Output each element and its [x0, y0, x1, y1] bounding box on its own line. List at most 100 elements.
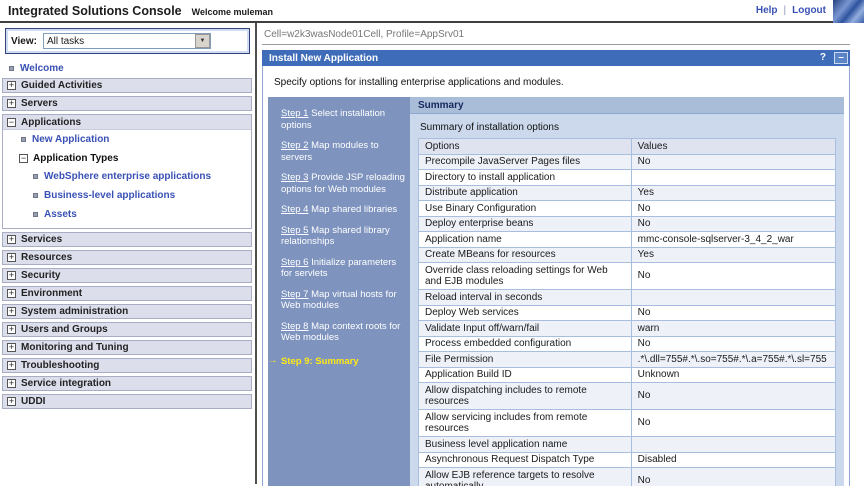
chevron-down-icon[interactable]: ▼ [195, 34, 210, 48]
table-row: Process embedded configurationNo [419, 336, 836, 352]
install-new-application-panel: Install New Application ? – Specify opti… [262, 50, 850, 486]
sidebar-item-assets[interactable]: Assets [3, 205, 251, 224]
view-select[interactable]: All tasks ▼ [43, 33, 211, 49]
option-cell: Directory to install application [419, 170, 632, 186]
sidebar-section-label: Users and Groups [21, 324, 108, 335]
assets-link[interactable]: Assets [44, 209, 77, 220]
step-description: Map shared libraries [308, 204, 397, 215]
websphere-enterprise-applications-link[interactable]: WebSphere enterprise applications [44, 171, 211, 182]
sidebar-section-users-and-groups[interactable]: + Users and Groups [2, 322, 252, 337]
table-row: Reload interval in seconds [419, 290, 836, 306]
sidebar-section-servers[interactable]: +Servers [2, 96, 252, 111]
expand-icon[interactable]: + [7, 235, 16, 244]
breadcrumb-divider [262, 44, 850, 45]
help-icon[interactable]: ? [820, 52, 826, 63]
wizard-container: Step 1 Select installation optionsStep 2… [268, 97, 844, 486]
expand-icon[interactable]: + [7, 397, 16, 406]
sidebar-section-label: Environment [21, 288, 82, 299]
wizard-step-step-6: Step 6 Initialize parameters for servlet… [268, 257, 406, 280]
sidebar-item-websphere-enterprise-applications[interactable]: WebSphere enterprise applications [3, 167, 251, 186]
sidebar-section-service-integration[interactable]: +Service integration [2, 376, 252, 391]
arrow-right-icon: → [268, 355, 278, 366]
option-cell: File Permission [419, 352, 632, 368]
sidebar-section-guided-activities[interactable]: +Guided Activities [2, 78, 252, 93]
wizard-step-step-4: Step 4 Map shared libraries [268, 204, 406, 216]
top-banner: Integrated Solutions Console Welcome mul… [0, 0, 864, 23]
sidebar-item-business-level-applications[interactable]: Business-level applications [3, 186, 251, 205]
panel-titlebar: Install New Application ? – [262, 50, 850, 66]
expand-icon[interactable]: + [7, 325, 16, 334]
sidebar-subsection-application-types[interactable]: − Application Types [3, 149, 251, 167]
expand-icon[interactable]: + [7, 307, 16, 316]
value-cell: Yes [631, 185, 835, 201]
table-row: Directory to install application [419, 170, 836, 186]
value-cell: No [631, 336, 835, 352]
panel-body: Specify options for installing enterpris… [262, 66, 850, 486]
sidebar-section-security[interactable]: +Security [2, 268, 252, 283]
value-cell [631, 170, 835, 186]
intro-text: Specify options for installing enterpris… [263, 66, 849, 97]
step-link[interactable]: Step 6 [281, 257, 308, 268]
option-cell: Allow EJB reference targets to resolve a… [419, 468, 632, 486]
view-filter-box: View: All tasks ▼ [5, 28, 250, 54]
step-link[interactable]: Step 7 [281, 289, 308, 300]
table-row: Validate Input off/warn/failwarn [419, 321, 836, 337]
minimize-icon[interactable]: – [834, 52, 848, 64]
table-row: Deploy enterprise beansNo [419, 216, 836, 232]
sidebar-section-troubleshooting[interactable]: +Troubleshooting [2, 358, 252, 373]
sidebar-section-resources[interactable]: + Resources [2, 250, 252, 265]
step-link[interactable]: Step 3 [281, 172, 308, 183]
sidebar-item-new-application[interactable]: New Application [3, 130, 251, 149]
collapse-icon[interactable]: − [19, 154, 28, 163]
expand-icon[interactable]: + [7, 379, 16, 388]
step-link[interactable]: Step 5 [281, 225, 308, 236]
wizard-steps-panel: Step 1 Select installation optionsStep 2… [268, 97, 410, 486]
sidebar-item-welcome[interactable]: Welcome [0, 59, 255, 78]
sidebar-section-monitoring-and-tuning[interactable]: +Monitoring and Tuning [2, 340, 252, 355]
app-title: Integrated Solutions Console [8, 4, 182, 18]
summary-table: Options Values Precompile JavaServer Pag… [418, 138, 836, 486]
summary-panel: Summary Summary of installation options … [410, 97, 844, 486]
step-link[interactable]: Step 2 [281, 140, 308, 151]
value-cell: No [631, 410, 835, 437]
sidebar-section-system-administration[interactable]: +System administration [2, 304, 252, 319]
logout-link[interactable]: Logout [792, 5, 826, 16]
help-link[interactable]: Help [756, 5, 778, 16]
business-level-applications-link[interactable]: Business-level applications [44, 190, 175, 201]
expand-icon[interactable]: + [7, 361, 16, 370]
step-link[interactable]: Step 8 [281, 321, 308, 332]
application-types-items: WebSphere enterprise applications Busines… [3, 167, 251, 224]
sidebar-section-services[interactable]: +Services [2, 232, 252, 247]
option-cell: Validate Input off/warn/fail [419, 321, 632, 337]
column-header-values: Values [631, 139, 835, 155]
new-application-link[interactable]: New Application [32, 134, 109, 145]
expand-icon[interactable]: + [7, 81, 16, 90]
table-row: Allow EJB reference targets to resolve a… [419, 468, 836, 486]
value-cell: .*\.dll=755#.*\.so=755#.*\.a=755#.*\.sl=… [631, 352, 835, 368]
expand-icon[interactable]: + [7, 99, 16, 108]
collapse-icon[interactable]: − [7, 118, 16, 127]
bullet-icon [9, 66, 14, 71]
step-link[interactable]: Step 1 [281, 108, 308, 119]
value-cell: No [631, 468, 835, 486]
wizard-current-step: → Step 9: Summary [268, 356, 406, 367]
sidebar-bottom-sections: +Services+Resources+Security+Environment… [0, 232, 255, 409]
table-row: Application namemmc-console-sqlserver-3_… [419, 232, 836, 248]
option-cell: Application name [419, 232, 632, 248]
sidebar-section-label: Resources [21, 252, 72, 263]
sidebar-section-applications[interactable]: − Applications [3, 115, 251, 130]
bullet-icon [33, 193, 38, 198]
expand-icon[interactable]: + [7, 253, 16, 262]
summary-content: Summary of installation options Options … [410, 114, 844, 486]
step-link[interactable]: Step 4 [281, 204, 308, 215]
wizard-step-step-7: Step 7 Map virtual hosts for Web modules [268, 289, 406, 312]
value-cell: mmc-console-sqlserver-3_4_2_war [631, 232, 835, 248]
expand-icon[interactable]: + [7, 289, 16, 298]
expand-icon[interactable]: + [7, 271, 16, 280]
welcome-link[interactable]: Welcome [20, 63, 64, 74]
sidebar-section-environment[interactable]: + Environment [2, 286, 252, 301]
view-select-value: All tasks [47, 36, 84, 47]
value-cell: Unknown [631, 367, 835, 383]
expand-icon[interactable]: + [7, 343, 16, 352]
sidebar-section-uddi[interactable]: +UDDI [2, 394, 252, 409]
